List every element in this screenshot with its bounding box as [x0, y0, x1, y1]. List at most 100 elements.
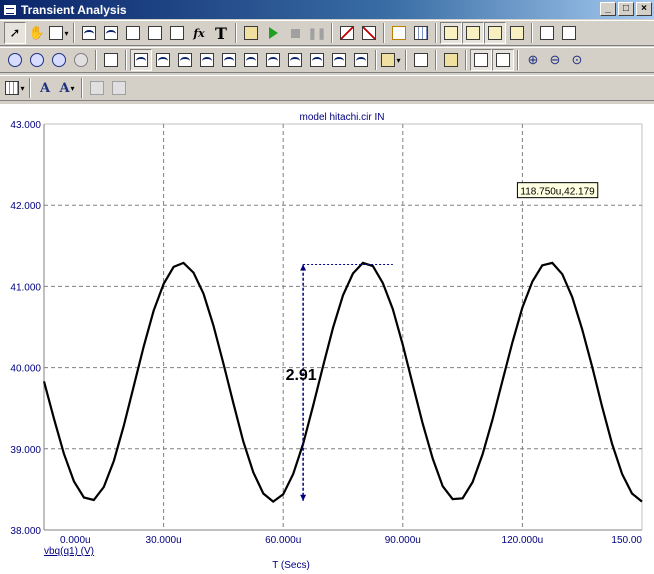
chevron-down-icon: ▾	[70, 83, 75, 93]
cursor-mode-3-button[interactable]	[48, 49, 70, 71]
function-button[interactable]: fx	[188, 22, 210, 44]
cursor-mode-icon	[30, 53, 44, 67]
y-axis: 38.000 39.000 40.000 41.000 42.000 43.000	[10, 120, 41, 537]
zoom-in-button[interactable]: ⊕	[522, 49, 544, 71]
toolbar-separator	[405, 50, 407, 70]
calculator-icon	[244, 26, 258, 40]
toolbar-separator	[435, 50, 437, 70]
log-scale-button[interactable]	[358, 22, 380, 44]
grid-icon	[414, 26, 428, 40]
toolbar-separator	[517, 50, 519, 70]
slope-button[interactable]	[328, 49, 350, 71]
text-tool-button[interactable]: T	[210, 22, 232, 44]
edit-icon	[126, 26, 140, 40]
split-horizontal-button[interactable]	[536, 22, 558, 44]
cursor-mode-icon	[52, 53, 66, 67]
measurement-annotation[interactable]: 2.91	[286, 263, 393, 501]
pan-tool-button[interactable]: ✋	[26, 22, 48, 44]
x-tick-label: 90.000u	[385, 535, 421, 546]
grid-toggle-button[interactable]	[410, 22, 432, 44]
paste-button[interactable]	[108, 77, 130, 99]
bottom-button[interactable]	[306, 49, 328, 71]
high-button[interactable]	[174, 49, 196, 71]
zoom-out-button[interactable]: ⊖	[544, 49, 566, 71]
layout-button-1[interactable]	[440, 22, 462, 44]
x-tick-label: 0.000u	[60, 535, 91, 546]
valley-button[interactable]	[152, 49, 174, 71]
toolbar-separator	[81, 78, 83, 98]
stop-button[interactable]	[284, 22, 306, 44]
toolbar-separator	[465, 50, 467, 70]
add-curve-button[interactable]	[78, 22, 100, 44]
measure-delta-label: 2.91	[286, 367, 317, 384]
pause-button[interactable]: ❚❚	[306, 22, 328, 44]
window-title: Transient Analysis	[21, 2, 127, 17]
zoom-fit-button[interactable]: ⊙	[566, 49, 588, 71]
scale-tool-button[interactable]: ▾	[48, 22, 70, 44]
layout-icon	[510, 26, 524, 40]
y-tick-label: 38.000	[10, 526, 41, 537]
select-tool-button[interactable]: ➚	[4, 22, 26, 44]
font-button[interactable]: A	[34, 77, 56, 99]
font-icon: A	[39, 80, 51, 96]
transient-chart[interactable]: model hitachi.cir IN 38.000 39.000 40.000 4…	[0, 104, 654, 574]
hand-icon: ✋	[28, 25, 46, 40]
font-size-button[interactable]: A ▾	[56, 77, 78, 99]
copy-button[interactable]	[86, 77, 108, 99]
clipboard-button[interactable]: ▾	[380, 49, 402, 71]
edit-curve-button[interactable]	[122, 22, 144, 44]
properties-icon	[148, 26, 162, 40]
measure-arrow-up	[300, 264, 307, 271]
scale-icon	[49, 26, 64, 40]
x-tick-label: 30.000u	[146, 535, 182, 546]
linear-scale-button[interactable]	[336, 22, 358, 44]
split-vertical-button[interactable]	[558, 22, 580, 44]
toolbar-format: ▾ A A ▾	[0, 75, 654, 101]
cursor-mode-icon	[8, 53, 22, 67]
series-label[interactable]: vbq(q1) (V)	[44, 546, 94, 557]
top-button[interactable]	[284, 49, 306, 71]
cursor-mode-2-button[interactable]	[26, 49, 48, 71]
run-button[interactable]	[262, 22, 284, 44]
frame-button[interactable]	[388, 22, 410, 44]
function-icon: fx	[193, 26, 205, 40]
tile-button[interactable]: ▾	[4, 77, 26, 99]
cursor-y-button[interactable]	[492, 49, 514, 71]
layout-button-4[interactable]	[506, 22, 528, 44]
x-axis: 0.000u 30.000u 60.000u 90.000u 120.000u 150.0…	[60, 535, 642, 546]
layout-button-2[interactable]	[462, 22, 484, 44]
calculate-button[interactable]	[240, 22, 262, 44]
minimize-button[interactable]: _	[600, 2, 616, 16]
numeric-output-button[interactable]	[410, 49, 432, 71]
next-simulation-button[interactable]	[350, 49, 372, 71]
plot-area[interactable]: model hitachi.cir IN 38.000 39.000 40.000 4…	[0, 104, 654, 574]
global-high-button[interactable]	[240, 49, 262, 71]
toolbar-separator	[435, 23, 437, 43]
toolbar-separator	[375, 50, 377, 70]
app-icon	[3, 3, 17, 16]
copy-icon	[90, 81, 104, 95]
toolbar-main: ➚ ✋ ▾ fx T ❚❚	[0, 20, 654, 46]
layout-button-3[interactable]	[484, 22, 506, 44]
series-line-vbq[interactable]	[42, 261, 643, 503]
data-points-button[interactable]	[440, 49, 462, 71]
cursor-x-button[interactable]	[470, 49, 492, 71]
close-button[interactable]: ×	[636, 2, 652, 16]
cursor-mode-1-button[interactable]	[4, 49, 26, 71]
cursor-mode-4-button[interactable]	[70, 49, 92, 71]
cursor-y-icon	[496, 53, 510, 67]
data-tips-button[interactable]	[100, 49, 122, 71]
split-horizontal-icon	[540, 26, 554, 40]
bottom-icon	[310, 53, 324, 67]
y-tick-label: 43.000	[10, 120, 41, 131]
frame-icon	[392, 26, 406, 40]
global-low-button[interactable]	[262, 49, 284, 71]
zoom-in-icon: ⊕	[527, 52, 539, 67]
properties-button[interactable]	[144, 22, 166, 44]
delete-curve-button[interactable]	[100, 22, 122, 44]
peak-button[interactable]	[130, 49, 152, 71]
inflection-button[interactable]	[218, 49, 240, 71]
maximize-button[interactable]: □	[618, 2, 634, 16]
low-button[interactable]	[196, 49, 218, 71]
tag-button[interactable]	[166, 22, 188, 44]
